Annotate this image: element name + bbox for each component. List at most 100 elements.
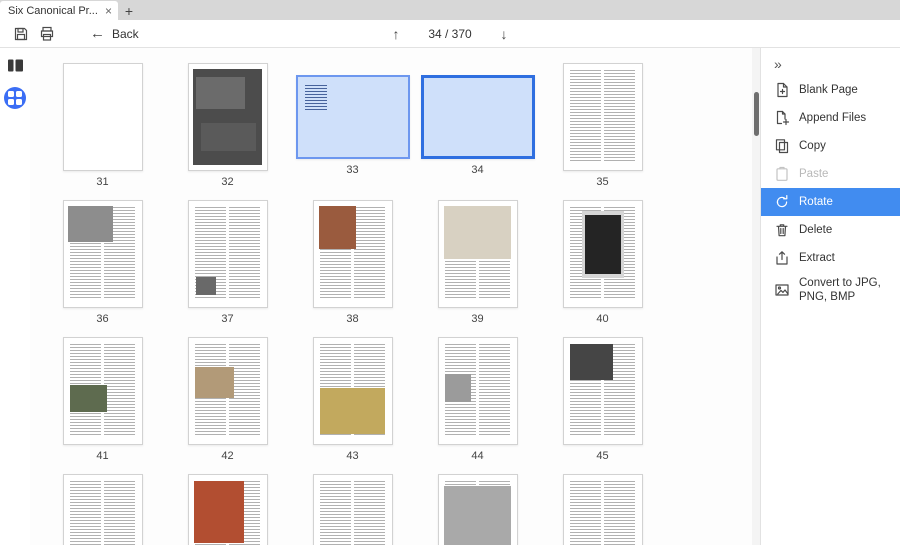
panel-item-label: Delete (799, 223, 832, 237)
page-image-block (196, 77, 244, 109)
panel-item-rotate[interactable]: Rotate (761, 188, 900, 216)
page-thumbnail-36[interactable] (63, 200, 143, 308)
thumbnail-row: 3637383940 (40, 194, 752, 331)
page-thumbnail-47[interactable] (188, 474, 268, 545)
organize-grid-icon[interactable] (4, 87, 26, 109)
page-cell: 50 (540, 468, 665, 545)
page-text-column (229, 344, 260, 436)
page-cell: 39 (415, 194, 540, 331)
page-thumbnail-50[interactable] (563, 474, 643, 545)
page-text-column (320, 481, 351, 545)
page-thumbnail-49[interactable] (438, 474, 518, 545)
panel-item-label: Extract (799, 251, 835, 265)
page-text-column (104, 344, 135, 436)
page-number-label: 45 (596, 450, 608, 462)
page-number-label: 43 (346, 450, 358, 462)
page-image-block (319, 206, 356, 248)
page-number-label: 33 (346, 164, 358, 176)
page-cell: 37 (165, 194, 290, 331)
tab-bar: Six Canonical Pr... × + (0, 0, 900, 20)
page-number-label: 36 (96, 313, 108, 325)
page-number-label: 31 (96, 176, 108, 188)
next-page-icon[interactable]: ↓ (494, 26, 514, 42)
rotate-icon (774, 194, 790, 210)
page-text-column (354, 207, 385, 299)
page-thumbnail-43[interactable] (313, 337, 393, 445)
page-number-label: 32 (221, 176, 233, 188)
page-thumbnail-40[interactable] (563, 200, 643, 308)
extract-icon (774, 250, 790, 266)
delete-icon (774, 222, 790, 238)
page-cell: 41 (40, 331, 165, 468)
page-thumbnail-37[interactable] (188, 200, 268, 308)
page-thumbnail-48[interactable] (313, 474, 393, 545)
panel-item-blank-page[interactable]: Blank Page (761, 76, 900, 104)
page-image-block (445, 374, 472, 402)
panel-item-label: Convert to JPG, PNG, BMP (799, 276, 894, 305)
page-cell: 36 (40, 194, 165, 331)
paste-icon (774, 166, 790, 182)
page-cell: 33 (290, 57, 415, 194)
print-button[interactable] (34, 23, 60, 45)
panel-item-label: Blank Page (799, 83, 858, 97)
page-image-block (305, 85, 327, 112)
page-image-block (444, 206, 511, 259)
thumbnail-grid: 3132333435363738394041424344454647484950 (30, 48, 752, 545)
panel-item-convert-to-jpg-png-bmp[interactable]: Convert to JPG, PNG, BMP (761, 272, 900, 309)
page-text-column (70, 481, 101, 545)
save-button[interactable] (8, 23, 34, 45)
page-image-block (194, 481, 244, 542)
page-thumbnail-45[interactable] (563, 337, 643, 445)
page-image-block (68, 206, 113, 242)
page-thumbnail-39[interactable] (438, 200, 518, 308)
page-number-label: 41 (96, 450, 108, 462)
panel-item-delete[interactable]: Delete (761, 216, 900, 244)
page-thumbnail-38[interactable] (313, 200, 393, 308)
page-thumbnail-42[interactable] (188, 337, 268, 445)
append-files-icon (774, 110, 790, 126)
page-cell: 35 (540, 57, 665, 194)
page-image-block (570, 344, 614, 380)
page-image-block (320, 388, 386, 435)
thumbnail-row: 3132333435 (40, 57, 752, 194)
page-number-label: 37 (221, 313, 233, 325)
page-cell: 47 (165, 468, 290, 545)
page-image-block (585, 215, 621, 274)
page-number-label: 44 (471, 450, 483, 462)
page-cell: 45 (540, 331, 665, 468)
page-thumbnail-41[interactable] (63, 337, 143, 445)
page-thumbnail-33[interactable] (296, 75, 410, 159)
convert-icon (774, 282, 790, 298)
page-thumbnail-35[interactable] (563, 63, 643, 171)
page-text-column (604, 70, 635, 162)
panel-item-append-files[interactable]: Append Files (761, 104, 900, 132)
page-thumbnail-46[interactable] (63, 474, 143, 545)
panel-item-copy[interactable]: Copy (761, 132, 900, 160)
page-cell: 43 (290, 331, 415, 468)
page-thumbnail-34[interactable] (421, 75, 535, 159)
tab-close-icon[interactable]: × (105, 5, 112, 17)
page-cell: 42 (165, 331, 290, 468)
page-number-label: 35 (596, 176, 608, 188)
page-thumbnail-31[interactable] (63, 63, 143, 171)
page-image-block (195, 367, 234, 399)
scrollbar-thumb[interactable] (754, 92, 759, 136)
pages-panel-icon[interactable] (7, 58, 24, 73)
page-thumbnail-44[interactable] (438, 337, 518, 445)
page-indicator[interactable]: 34 / 370 (424, 27, 476, 41)
collapse-panel-icon[interactable]: » (761, 52, 900, 76)
page-image-block (196, 277, 216, 295)
vertical-scrollbar[interactable] (752, 48, 760, 545)
page-cell: 48 (290, 468, 415, 545)
back-button[interactable]: ← Back (90, 25, 139, 42)
page-number-label: 42 (221, 450, 233, 462)
tools-panel: » Blank PageAppend FilesCopyPasteRotateD… (760, 48, 900, 545)
new-tab-button[interactable]: + (118, 1, 140, 20)
panel-item-extract[interactable]: Extract (761, 244, 900, 272)
page-image-block (70, 385, 107, 413)
previous-page-icon[interactable]: ↑ (386, 26, 406, 42)
pdf-editor-window: Six Canonical Pr... × + ← Back ↑ 34 / 37… (0, 0, 900, 545)
document-tab[interactable]: Six Canonical Pr... × (0, 1, 118, 20)
page-thumbnail-32[interactable] (188, 63, 268, 171)
page-cell: 31 (40, 57, 165, 194)
